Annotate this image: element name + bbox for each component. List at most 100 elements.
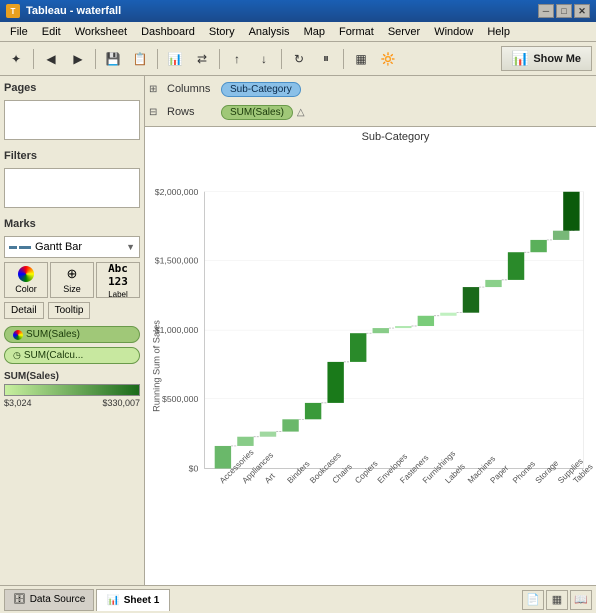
- pause-button[interactable]: ⏸: [314, 47, 338, 71]
- menu-server[interactable]: Server: [382, 24, 426, 40]
- highlight-button[interactable]: 🔆: [376, 47, 400, 71]
- toolbar-separator-6: [343, 49, 344, 69]
- color-button[interactable]: Color: [4, 262, 48, 298]
- menu-dashboard[interactable]: Dashboard: [135, 24, 201, 40]
- menu-story[interactable]: Story: [203, 24, 241, 40]
- bar-envelopes: [373, 328, 389, 333]
- bar-tables: [563, 192, 579, 231]
- show-me-button[interactable]: 📊 Show Me: [501, 46, 592, 71]
- bar-appliances: [237, 437, 253, 446]
- bar-binders: [282, 419, 298, 431]
- app-icon: T: [6, 4, 20, 18]
- menu-format[interactable]: Format: [333, 24, 380, 40]
- save-button[interactable]: 💾: [101, 47, 125, 71]
- color-gradient-bar: [4, 384, 140, 396]
- marks-label: Marks: [4, 216, 140, 232]
- pill-circle-icon: [13, 330, 23, 340]
- duplicate-button[interactable]: 📋: [128, 47, 152, 71]
- rows-label: Rows: [167, 106, 217, 118]
- columns-label: Columns: [167, 83, 217, 95]
- present-button[interactable]: ▦: [349, 47, 373, 71]
- label-button[interactable]: Abc123 Label: [96, 262, 140, 298]
- legend-range: $3,024 $330,007: [4, 398, 140, 408]
- new-worksheet-button[interactable]: 📄: [522, 590, 544, 610]
- bar-chairs: [327, 362, 343, 403]
- bar-storage: [530, 240, 546, 252]
- sum-calc-pill[interactable]: ◷ SUM(Calcu...: [4, 347, 140, 364]
- new-story-button[interactable]: 📖: [570, 590, 592, 610]
- menu-analysis[interactable]: Analysis: [243, 24, 296, 40]
- legend-max: $330,007: [102, 398, 140, 408]
- right-content: ⊞ Columns Sub-Category ⊟ Rows SUM(Sales)…: [145, 76, 596, 585]
- bar-copiers: [350, 333, 366, 362]
- pill-clock-icon: ◷: [13, 350, 21, 361]
- left-panel: Pages Filters Marks Gantt Bar ▼: [0, 76, 145, 585]
- sum-sales-pill[interactable]: SUM(Sales): [4, 326, 140, 343]
- refresh-button[interactable]: ↻: [287, 47, 311, 71]
- main-content: Pages Filters Marks Gantt Bar ▼: [0, 76, 596, 585]
- menu-window[interactable]: Window: [428, 24, 479, 40]
- bar-furnishings: [418, 316, 434, 326]
- toolbar-separator-3: [157, 49, 158, 69]
- size-icon: ⊕: [67, 266, 78, 282]
- menu-help[interactable]: Help: [481, 24, 516, 40]
- columns-pill[interactable]: Sub-Category: [221, 82, 301, 97]
- bar-fasteners: [395, 326, 411, 328]
- columns-icon: ⊞: [149, 84, 163, 95]
- sheet-icon: 📊: [107, 595, 119, 606]
- marks-type-dropdown[interactable]: Gantt Bar ▼: [4, 236, 140, 258]
- sort-asc-button[interactable]: ↑: [225, 47, 249, 71]
- maximize-button[interactable]: □: [556, 4, 572, 18]
- gantt-bar-icon: [9, 246, 31, 249]
- new-dashboard-button[interactable]: ▦: [546, 590, 568, 610]
- columns-shelf: ⊞ Columns Sub-Category: [149, 78, 592, 100]
- data-source-tab[interactable]: 🗄 Data Source: [4, 589, 94, 611]
- back-button[interactable]: ◀: [39, 47, 63, 71]
- chart-title: Sub-Category: [195, 127, 596, 143]
- window-title: Tableau - waterfall: [26, 5, 121, 17]
- filters-box: [4, 168, 140, 208]
- marks-detail-row: Detail Tooltip: [4, 302, 140, 319]
- menu-edit[interactable]: Edit: [36, 24, 67, 40]
- minimize-button[interactable]: ─: [538, 4, 554, 18]
- detail-button[interactable]: Detail: [4, 302, 44, 319]
- svg-text:Art: Art: [263, 471, 277, 485]
- new-button[interactable]: ✦: [4, 47, 28, 71]
- close-button[interactable]: ✕: [574, 4, 590, 18]
- tooltip-button[interactable]: Tooltip: [48, 302, 91, 319]
- dropdown-arrow-icon: ▼: [126, 242, 135, 252]
- pages-box: [4, 100, 140, 140]
- toolbar-separator-2: [95, 49, 96, 69]
- rows-delta: △: [297, 107, 305, 118]
- bar-art: [260, 432, 276, 437]
- svg-text:$1,500,000: $1,500,000: [155, 256, 199, 266]
- legend-title: SUM(Sales): [4, 371, 140, 382]
- menu-file[interactable]: File: [4, 24, 34, 40]
- sheet-tab[interactable]: 📊 Sheet 1: [96, 589, 170, 611]
- sheet-label: Sheet 1: [124, 595, 160, 606]
- chart-type-button[interactable]: 📊: [163, 47, 187, 71]
- menu-worksheet[interactable]: Worksheet: [69, 24, 133, 40]
- toolbar: ✦ ◀ ▶ 💾 📋 📊 ⇄ ↑ ↓ ↻ ⏸ ▦ 🔆 📊 Show Me: [0, 42, 596, 76]
- swap-button[interactable]: ⇄: [190, 47, 214, 71]
- bottom-bar: 🗄 Data Source 📊 Sheet 1 📄 ▦ 📖: [0, 585, 596, 613]
- chart-area: Sub-Category Running Sum of Sales $0 $50…: [145, 127, 596, 585]
- toolbar-separator-5: [281, 49, 282, 69]
- svg-text:$1,000,000: $1,000,000: [155, 325, 199, 335]
- bar-labels: [440, 313, 456, 316]
- sum-calc-label: SUM(Calcu...: [24, 350, 83, 361]
- show-me-label: Show Me: [533, 53, 581, 65]
- rows-pill[interactable]: SUM(Sales): [221, 105, 293, 120]
- pages-label: Pages: [4, 80, 140, 96]
- menu-map[interactable]: Map: [298, 24, 331, 40]
- chart-svg: Running Sum of Sales $0 $500,000 $1,000,…: [145, 147, 596, 585]
- sort-desc-button[interactable]: ↓: [252, 47, 276, 71]
- size-button[interactable]: ⊕ Size: [50, 262, 94, 298]
- svg-text:$0: $0: [189, 464, 199, 474]
- forward-button[interactable]: ▶: [66, 47, 90, 71]
- marks-section: Marks Gantt Bar ▼ Color ⊕: [4, 216, 140, 408]
- label-icon: Abc123: [108, 262, 128, 288]
- shelf-area: ⊞ Columns Sub-Category ⊟ Rows SUM(Sales)…: [145, 76, 596, 127]
- pages-section: Pages: [4, 80, 140, 140]
- bar-machines: [463, 287, 479, 313]
